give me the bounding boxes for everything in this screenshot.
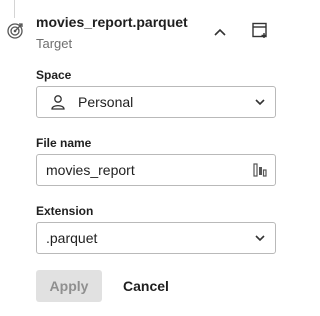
chevron-down-icon	[245, 234, 275, 242]
chevron-up-icon	[213, 24, 227, 42]
open-in-new-window-icon	[251, 21, 269, 44]
target-config-panel: movies_report.parquet Target Space Perso…	[0, 0, 282, 316]
apply-button[interactable]: Apply	[36, 270, 102, 302]
collapse-button[interactable]	[208, 22, 232, 44]
person-icon	[48, 94, 68, 110]
open-in-new-window-button[interactable]	[248, 20, 272, 44]
extension-value: .parquet	[46, 230, 98, 246]
extension-label: Extension	[36, 204, 94, 218]
target-title: movies_report.parquet	[36, 14, 188, 30]
space-label: Space	[36, 68, 72, 82]
file-name-input[interactable]	[37, 155, 245, 185]
extension-dropdown[interactable]: .parquet	[36, 222, 276, 254]
target-subtitle: Target	[36, 36, 73, 51]
chevron-down-icon	[245, 98, 275, 106]
variable-icon[interactable]	[245, 162, 275, 178]
space-value: Personal	[78, 94, 134, 110]
file-name-field	[36, 154, 276, 186]
flow-connector-line	[14, 0, 15, 18]
target-node-icon	[6, 22, 24, 40]
space-dropdown[interactable]: Personal	[36, 86, 276, 118]
cancel-button[interactable]: Cancel	[118, 270, 174, 302]
file-name-label: File name	[36, 136, 92, 150]
